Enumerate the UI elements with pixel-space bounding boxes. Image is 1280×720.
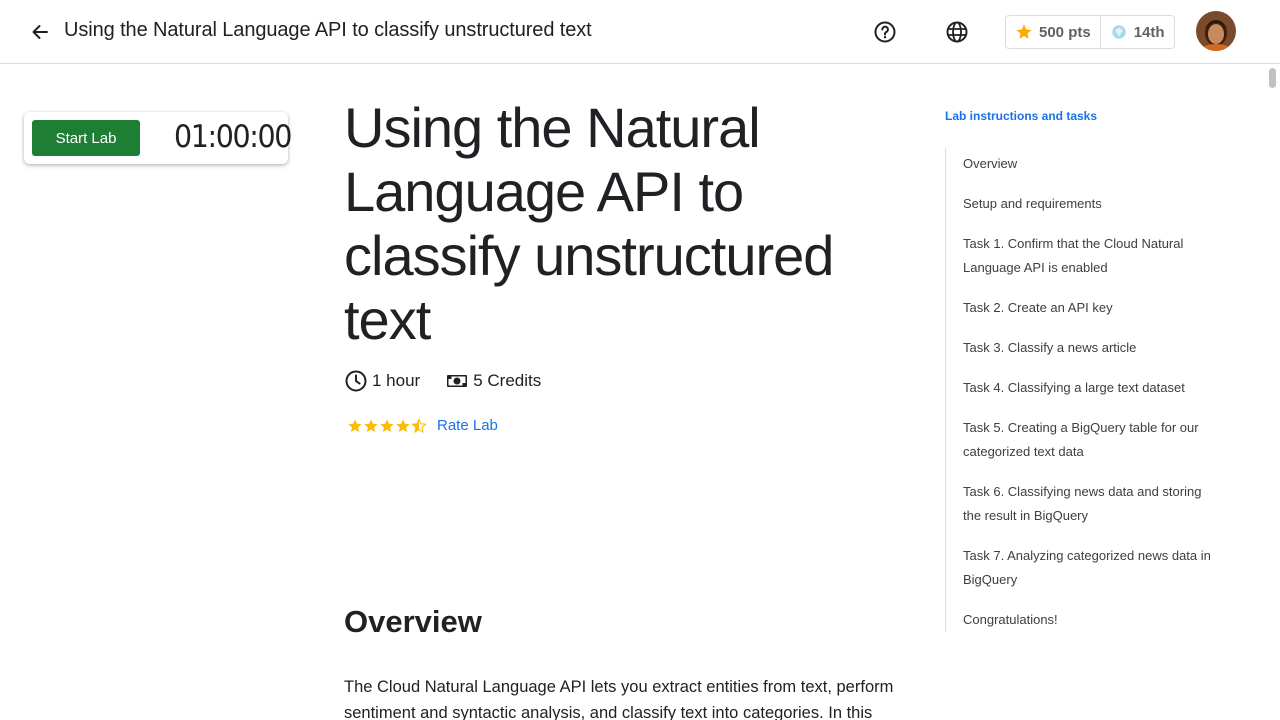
points-cell: 500 pts [1006,16,1100,48]
gem-icon [1111,25,1126,39]
language-button[interactable] [943,18,971,46]
duration-text: 1 hour [372,371,421,390]
star-icon [348,418,362,432]
lab-control-card: Start Lab 01:00:00 [24,112,292,164]
globe-icon [946,21,968,43]
avatar[interactable] [1196,11,1236,51]
toc-heading[interactable]: Lab instructions and tasks [945,109,1097,123]
toc-item-task-7[interactable]: Task 7. Analyzing categorized news data … [946,544,1220,592]
rank-value: 14th [1133,23,1165,41]
toc-item-congratulations[interactable]: Congratulations! [946,608,1220,632]
lab-meta: 1 hour 5 Credits [344,369,566,393]
page-title: Using the Natural Language API to classi… [344,96,834,351]
top-bar: Using the Natural Language API to classi… [0,0,1280,64]
star-icon [380,418,394,432]
rate-lab-link[interactable]: Rate Lab [437,417,498,434]
scrollbar-thumb[interactable] [1269,68,1276,88]
toc-item-overview[interactable]: Overview [946,152,1220,176]
lab-timer: 01:00:00 [174,119,292,155]
toc-item-task-4[interactable]: Task 4. Classifying a large text dataset [946,376,1220,400]
user-avatar-icon [1196,11,1236,51]
back-button[interactable] [26,18,54,46]
credits-info: 5 Credits [445,369,541,393]
toc-item-task-5[interactable]: Task 5. Creating a BigQuery table for ou… [946,416,1220,464]
overview-heading: Overview [344,604,482,639]
help-circle-icon [874,21,896,43]
arrow-left-icon [32,25,48,39]
toc-item-setup[interactable]: Setup and requirements [946,192,1220,216]
star-half-icon [411,417,427,433]
scrollbar[interactable] [1266,64,1280,720]
duration-info: 1 hour [344,369,420,393]
start-lab-button[interactable]: Start Lab [32,120,140,156]
toc-item-task-6[interactable]: Task 6. Classifying news data and storin… [946,480,1220,528]
rank-cell: 14th [1099,16,1174,48]
rating-stars [347,417,427,434]
star-icon [1016,24,1032,39]
toc-item-task-2[interactable]: Task 2. Create an API key [946,296,1220,320]
toc-list: Overview Setup and requirements Task 1. … [945,148,1220,632]
points-badge[interactable]: 500 pts 14th [1005,15,1175,49]
toc-item-task-1[interactable]: Task 1. Confirm that the Cloud Natural L… [946,232,1220,280]
star-icon [364,418,378,432]
points-value: 500 pts [1039,23,1091,41]
overview-paragraph: The Cloud Natural Language API lets you … [344,678,894,720]
clock-icon [345,370,367,392]
money-icon [447,375,468,387]
header-title: Using the Natural Language API to classi… [64,19,592,41]
star-icon [396,418,410,432]
rating-row: Rate Lab [347,417,498,434]
toc-item-task-3[interactable]: Task 3. Classify a news article [946,336,1220,360]
help-button[interactable] [871,18,899,46]
credits-text: 5 Credits [473,371,542,390]
